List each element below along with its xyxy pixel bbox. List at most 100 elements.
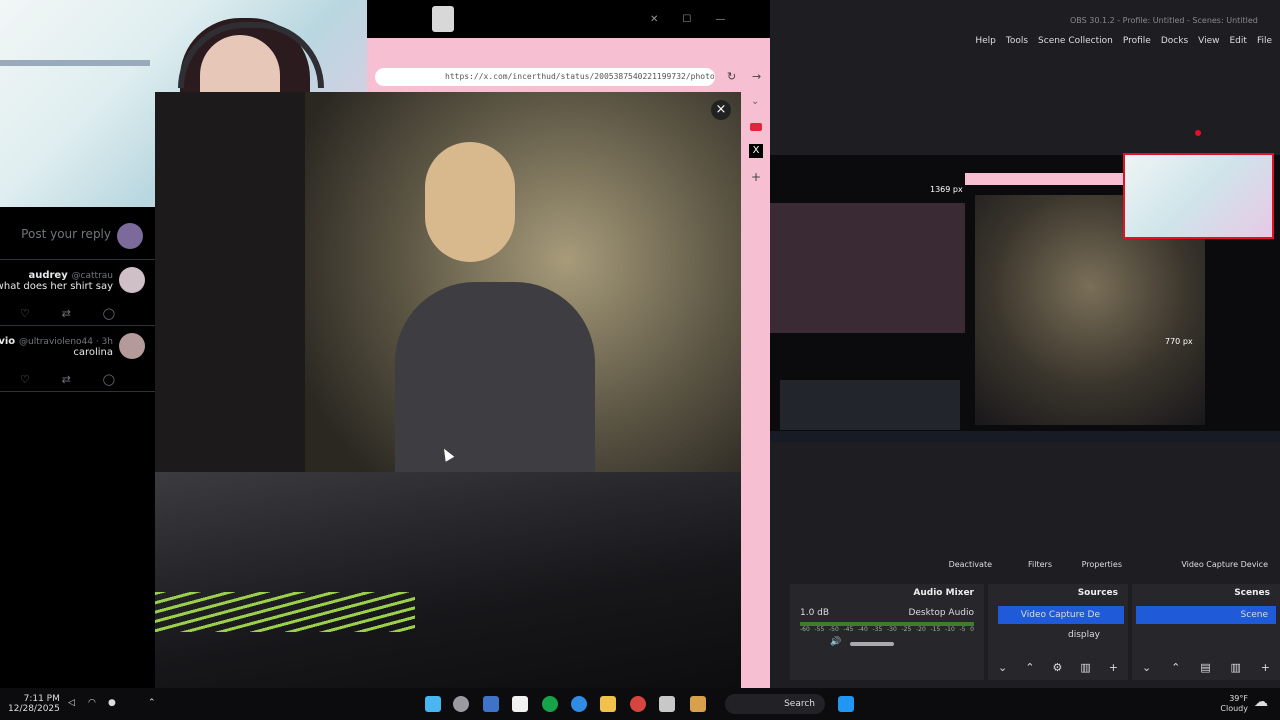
gear-icon[interactable]: ⚙ xyxy=(1052,661,1062,674)
audio-track-name: Desktop Audio xyxy=(908,608,974,618)
weather-widget[interactable]: 39°F Cloudy xyxy=(1200,694,1248,714)
trash-icon[interactable]: ▥ xyxy=(1080,661,1090,674)
url-text[interactable]: https://x.com/incerthud/status/200538754… xyxy=(445,72,715,81)
obs-icon[interactable] xyxy=(453,696,469,712)
move-down-icon[interactable]: ⌄ xyxy=(998,661,1007,674)
tick-label: -5 xyxy=(959,626,966,633)
reply-handle[interactable]: @cattrau xyxy=(72,271,113,281)
add-scene-icon[interactable]: + xyxy=(1261,661,1270,674)
obs-window: ✕ ☐ — OBS 30.1.2 - Profile: Untitled - S… xyxy=(650,0,1280,688)
obs-preview[interactable]: 1369 px 770 px xyxy=(770,130,1280,442)
list-item[interactable]: audrey @cattrau what does her shirt say … xyxy=(0,267,155,327)
chevron-up-icon[interactable]: ⌃ xyxy=(148,698,156,708)
tick-label: -20 xyxy=(916,626,926,633)
reply-text: carolina xyxy=(73,347,113,358)
cloud-icon: ☁ xyxy=(1254,694,1268,710)
tick-label: -35 xyxy=(872,626,883,633)
address-bar[interactable]: https://x.com/incerthud/status/200538754… xyxy=(375,68,715,86)
webcam-shelf xyxy=(0,60,150,66)
microphone-icon[interactable]: ● xyxy=(108,698,116,708)
move-up-icon[interactable]: ⌃ xyxy=(1171,661,1180,674)
taskbar: 7:11 PM 12/28/2025 ◁ ◠ ● ⌃ Search 39°F C… xyxy=(0,688,1280,720)
chevron-down-icon[interactable]: ⌄ xyxy=(751,96,759,107)
source-item-display[interactable]: display xyxy=(998,626,1124,644)
move-down-icon[interactable]: ⌄ xyxy=(1142,661,1151,674)
menu-file[interactable]: File xyxy=(1257,36,1272,46)
reply-icon[interactable]: ◯ xyxy=(103,373,115,386)
selection-frame[interactable] xyxy=(1123,153,1274,239)
volume-icon[interactable]: ◁ xyxy=(68,698,75,708)
wifi-icon[interactable]: ◠ xyxy=(88,698,96,708)
menu-docks[interactable]: Docks xyxy=(1161,36,1188,46)
photo-dj-deck xyxy=(155,472,741,688)
filter-icon[interactable]: ▤ xyxy=(1200,661,1210,674)
weather-cond: Cloudy xyxy=(1220,704,1248,713)
chrome-icon[interactable] xyxy=(630,696,646,712)
avatar xyxy=(117,223,143,249)
reply-composer[interactable]: Post your reply xyxy=(0,215,155,255)
reply-actions: ♡ ⇄ ◯ xyxy=(20,373,115,386)
menu-help[interactable]: Help xyxy=(975,36,996,46)
sources-header: Sources xyxy=(1077,588,1118,598)
list-item[interactable]: vio @ultravioleno44 · 3h carolina ♡ ⇄ ◯ xyxy=(0,333,155,393)
repost-icon[interactable]: ⇄ xyxy=(62,373,71,386)
tick-label: -30 xyxy=(887,626,897,633)
repost-icon[interactable]: ⇄ xyxy=(62,307,71,320)
reply-icon[interactable]: ◯ xyxy=(103,307,115,320)
weather-temp: 39°F xyxy=(1229,694,1248,703)
rotation-handle[interactable] xyxy=(1195,130,1201,136)
desktop-app-icon[interactable] xyxy=(432,6,454,32)
tick-label: -55 xyxy=(814,626,825,633)
menu-view[interactable]: View xyxy=(1198,36,1219,46)
maximize-icon[interactable]: ☐ xyxy=(682,14,691,25)
properties-button[interactable]: Properties xyxy=(1082,557,1122,573)
obs-menubar: File Edit View Docks Profile Scene Colle… xyxy=(975,36,1272,46)
menu-scene-collection[interactable]: Scene Collection xyxy=(1038,36,1113,46)
store-icon[interactable] xyxy=(483,696,499,712)
app-icon-1[interactable] xyxy=(425,696,441,712)
folder-icon[interactable] xyxy=(600,696,616,712)
reply-input[interactable]: Post your reply xyxy=(21,227,111,241)
avatar xyxy=(119,333,145,359)
close-photo-button[interactable]: × xyxy=(711,100,731,120)
photo-green-cables xyxy=(155,592,415,632)
window-controls: ✕ ☐ — xyxy=(650,14,725,25)
source-item-video[interactable]: Video Capture De xyxy=(998,606,1124,624)
taskbar-search[interactable]: Search xyxy=(725,694,825,714)
like-icon[interactable]: ♡ xyxy=(20,373,30,386)
task-view-icon[interactable] xyxy=(659,696,675,712)
widget-icon[interactable] xyxy=(690,696,706,712)
reply-author[interactable]: vio xyxy=(0,336,15,347)
menu-tools[interactable]: Tools xyxy=(1006,36,1028,46)
add-tab-icon[interactable]: + xyxy=(751,170,761,184)
forward-icon[interactable]: → xyxy=(752,70,761,83)
edge-icon[interactable] xyxy=(571,696,587,712)
menu-profile[interactable]: Profile xyxy=(1123,36,1151,46)
menu-edit[interactable]: Edit xyxy=(1230,36,1247,46)
twitter-reply-panel: Post your reply audrey @cattrau what doe… xyxy=(0,207,155,687)
speaker-icon[interactable]: 🔊 xyxy=(830,637,841,647)
reply-handle[interactable]: @ultravioleno44 · 3h xyxy=(19,337,113,347)
like-icon[interactable]: ♡ xyxy=(20,307,30,320)
close-icon[interactable]: ✕ xyxy=(650,14,658,25)
tick-label: -60 xyxy=(800,626,810,633)
filters-button[interactable]: Filters xyxy=(1028,557,1052,573)
xbox-icon[interactable] xyxy=(542,696,558,712)
refresh-icon[interactable]: ↻ xyxy=(727,70,736,83)
scene-item[interactable]: Scene xyxy=(1136,606,1276,624)
x-icon[interactable]: X xyxy=(749,144,763,158)
add-source-icon[interactable]: + xyxy=(1109,661,1118,674)
obs-title: OBS 30.1.2 - Profile: Untitled - Scenes:… xyxy=(1070,16,1258,25)
photo-dj-head xyxy=(425,142,515,262)
notepad-icon[interactable] xyxy=(512,696,528,712)
youtube-icon[interactable] xyxy=(750,123,762,131)
reply-author[interactable]: audrey xyxy=(28,270,67,281)
trash-icon[interactable]: ▥ xyxy=(1230,661,1240,674)
volume-slider[interactable] xyxy=(850,642,894,646)
move-up-icon[interactable]: ⌃ xyxy=(1025,661,1034,674)
deactivate-button[interactable]: Deactivate xyxy=(949,557,992,573)
divider xyxy=(0,325,155,326)
clock[interactable]: 7:11 PM 12/28/2025 xyxy=(8,694,60,714)
start-icon[interactable] xyxy=(838,696,854,712)
minimize-icon[interactable]: — xyxy=(715,14,725,25)
